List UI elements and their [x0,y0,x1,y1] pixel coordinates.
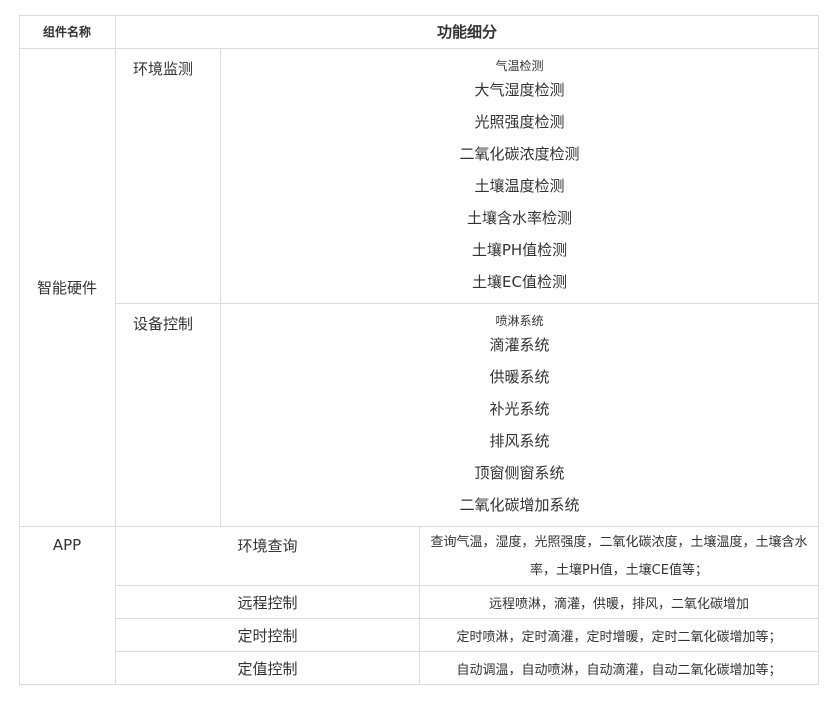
list-item: 土壤温度检测 [474,177,565,195]
app-row-desc: 查询气温，湿度，光照强度，二氧化碳浓度，土壤温度，土壤含水率，土壤PH值，土壤C… [420,527,819,586]
list-item: 二氧化碳浓度检测 [459,145,580,163]
list-item: 滴灌系统 [489,336,550,354]
subcategory-device-control: 设备控制 [116,304,221,527]
category-smart-hardware: 智能硬件 [19,49,116,527]
list-item: 土壤EC值检测 [472,273,567,291]
app-row-name: 环境查询 [116,527,420,586]
list-item: 顶窗侧窗系统 [474,464,565,482]
app-row-name: 定值控制 [116,652,420,685]
subcategory-environment-monitoring: 环境监测 [116,49,221,304]
list-item: 气温检测 [495,59,544,73]
list-item: 光照强度检测 [474,113,565,131]
app-row-desc: 定时喷淋，定时滴灌，定时增暖，定时二氧化碳增加等； [420,619,819,652]
environment-items-list: 气温检测 大气湿度检测 光照强度检测 二氧化碳浓度检测 土壤温度检测 土壤含水率… [221,49,819,304]
list-item: 土壤PH值检测 [471,241,568,259]
app-row-desc: 自动调温，自动喷淋，自动滴灌，自动二氧化碳增加等； [420,652,819,685]
list-item: 大气湿度检测 [474,81,565,99]
list-item: 排风系统 [489,432,550,450]
list-item: 补光系统 [489,400,550,418]
category-app: APP [19,527,116,685]
app-row-desc: 远程喷淋，滴灌，供暖，排风，二氧化碳增加 [420,586,819,619]
device-items-list: 喷淋系统 滴灌系统 供暖系统 补光系统 排风系统 顶窗侧窗系统 二氧化碳增加系统 [221,304,819,527]
header-function-detail: 功能细分 [116,15,819,49]
app-row-name: 定时控制 [116,619,420,652]
list-item: 喷淋系统 [495,314,544,328]
list-item: 土壤含水率检测 [466,209,572,227]
list-item: 供暖系统 [489,368,550,386]
app-row-name: 远程控制 [116,586,420,619]
header-component-name: 组件名称 [19,15,116,49]
list-item: 二氧化碳增加系统 [459,496,580,514]
